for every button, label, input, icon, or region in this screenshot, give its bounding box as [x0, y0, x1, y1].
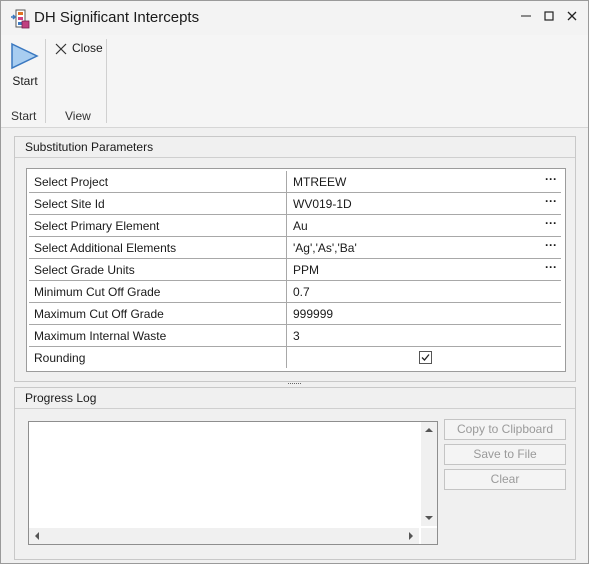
ribbon-separator — [45, 39, 46, 123]
property-row-internal-waste[interactable]: Maximum Internal Waste 3 — [29, 325, 561, 347]
property-name: Select Additional Elements — [34, 241, 177, 255]
property-name: Select Site Id — [34, 197, 105, 211]
property-name: Maximum Internal Waste — [34, 329, 167, 343]
progress-log-title: Progress Log — [25, 391, 97, 405]
ellipsis-button[interactable]: ··· — [545, 172, 557, 186]
horizontal-scrollbar[interactable] — [29, 528, 419, 544]
scrollbar-corner — [421, 528, 437, 544]
property-value[interactable]: PPM — [293, 263, 319, 277]
property-row-additional-elements[interactable]: Select Additional Elements 'Ag','As','Ba… — [29, 237, 561, 259]
ellipsis-button[interactable]: ··· — [545, 260, 557, 274]
property-row-primary-element[interactable]: Select Primary Element Au ··· — [29, 215, 561, 237]
checkmark-icon — [421, 354, 430, 361]
property-row-site-id[interactable]: Select Site Id WV019-1D ··· — [29, 193, 561, 215]
maximize-button[interactable] — [539, 9, 559, 27]
group-label-start: Start — [11, 109, 37, 123]
property-name: Select Project — [34, 175, 109, 189]
start-button[interactable]: Start — [5, 41, 45, 91]
app-icon — [11, 9, 30, 29]
clear-button[interactable]: Clear — [444, 469, 566, 490]
property-value[interactable]: 0.7 — [293, 285, 310, 299]
property-value[interactable]: 3 — [293, 329, 300, 343]
close-icon — [567, 11, 577, 21]
property-row-max-cutoff[interactable]: Maximum Cut Off Grade 999999 — [29, 303, 561, 325]
property-name: Select Primary Element — [34, 219, 160, 233]
close-button-label: Close — [72, 41, 103, 55]
property-value[interactable]: 'Ag','As','Ba' — [293, 241, 357, 255]
property-name: Select Grade Units — [34, 263, 135, 277]
rounding-checkbox[interactable] — [419, 351, 432, 364]
substitution-panel-title: Substitution Parameters — [25, 140, 154, 154]
splitter-grip[interactable] — [288, 382, 301, 386]
play-icon — [11, 42, 39, 70]
ribbon-separator — [106, 39, 107, 123]
scroll-left-icon[interactable] — [29, 528, 45, 544]
maximize-icon — [544, 11, 554, 21]
scroll-up-icon[interactable] — [421, 422, 437, 438]
title-bar: DH Significant Intercepts — [1, 1, 588, 35]
property-name: Maximum Cut Off Grade — [34, 307, 164, 321]
ellipsis-button[interactable]: ··· — [545, 238, 557, 252]
progress-log-header: Progress Log — [15, 388, 575, 409]
property-row-rounding[interactable]: Rounding — [29, 347, 561, 368]
property-row-grade-units[interactable]: Select Grade Units PPM ··· — [29, 259, 561, 281]
minimize-icon — [521, 15, 531, 17]
copy-to-clipboard-button[interactable]: Copy to Clipboard — [444, 419, 566, 440]
property-name: Minimum Cut Off Grade — [34, 285, 161, 299]
progress-log-textarea[interactable] — [28, 421, 438, 545]
property-value[interactable]: 999999 — [293, 307, 333, 321]
close-x-icon — [55, 43, 67, 55]
ellipsis-button[interactable]: ··· — [545, 194, 557, 208]
property-value[interactable]: MTREEW — [293, 175, 346, 189]
minimize-button[interactable] — [516, 9, 536, 27]
substitution-panel-header: Substitution Parameters — [15, 137, 575, 158]
start-button-label: Start — [12, 74, 38, 88]
property-row-project[interactable]: Select Project MTREEW ··· — [29, 171, 561, 193]
scroll-down-icon[interactable] — [421, 510, 437, 526]
ellipsis-button[interactable]: ··· — [545, 216, 557, 230]
property-value[interactable]: Au — [293, 219, 308, 233]
property-name: Rounding — [34, 351, 86, 365]
group-label-view: View — [65, 109, 91, 123]
property-grid: Select Project MTREEW ··· Select Site Id… — [26, 168, 566, 372]
ribbon: Start Close Start View — [1, 35, 588, 128]
window-title: DH Significant Intercepts — [34, 9, 200, 26]
close-window-button[interactable] — [562, 9, 582, 27]
property-value[interactable]: WV019-1D — [293, 197, 352, 211]
app-window: DH Significant Intercepts Start Close St… — [0, 0, 589, 564]
scroll-right-icon[interactable] — [403, 528, 419, 544]
property-row-min-cutoff[interactable]: Minimum Cut Off Grade 0.7 — [29, 281, 561, 303]
vertical-scrollbar[interactable] — [421, 422, 437, 526]
save-to-file-button[interactable]: Save to File — [444, 444, 566, 465]
